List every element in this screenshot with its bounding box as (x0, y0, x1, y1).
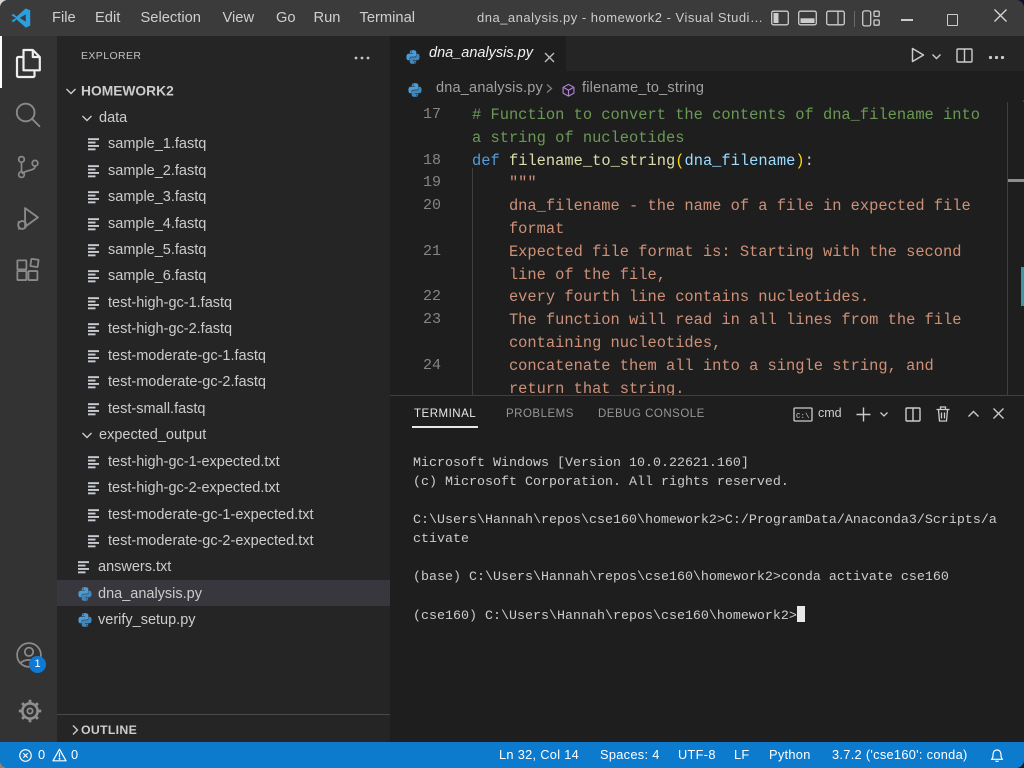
svg-text:C:\: C:\ (796, 413, 810, 421)
